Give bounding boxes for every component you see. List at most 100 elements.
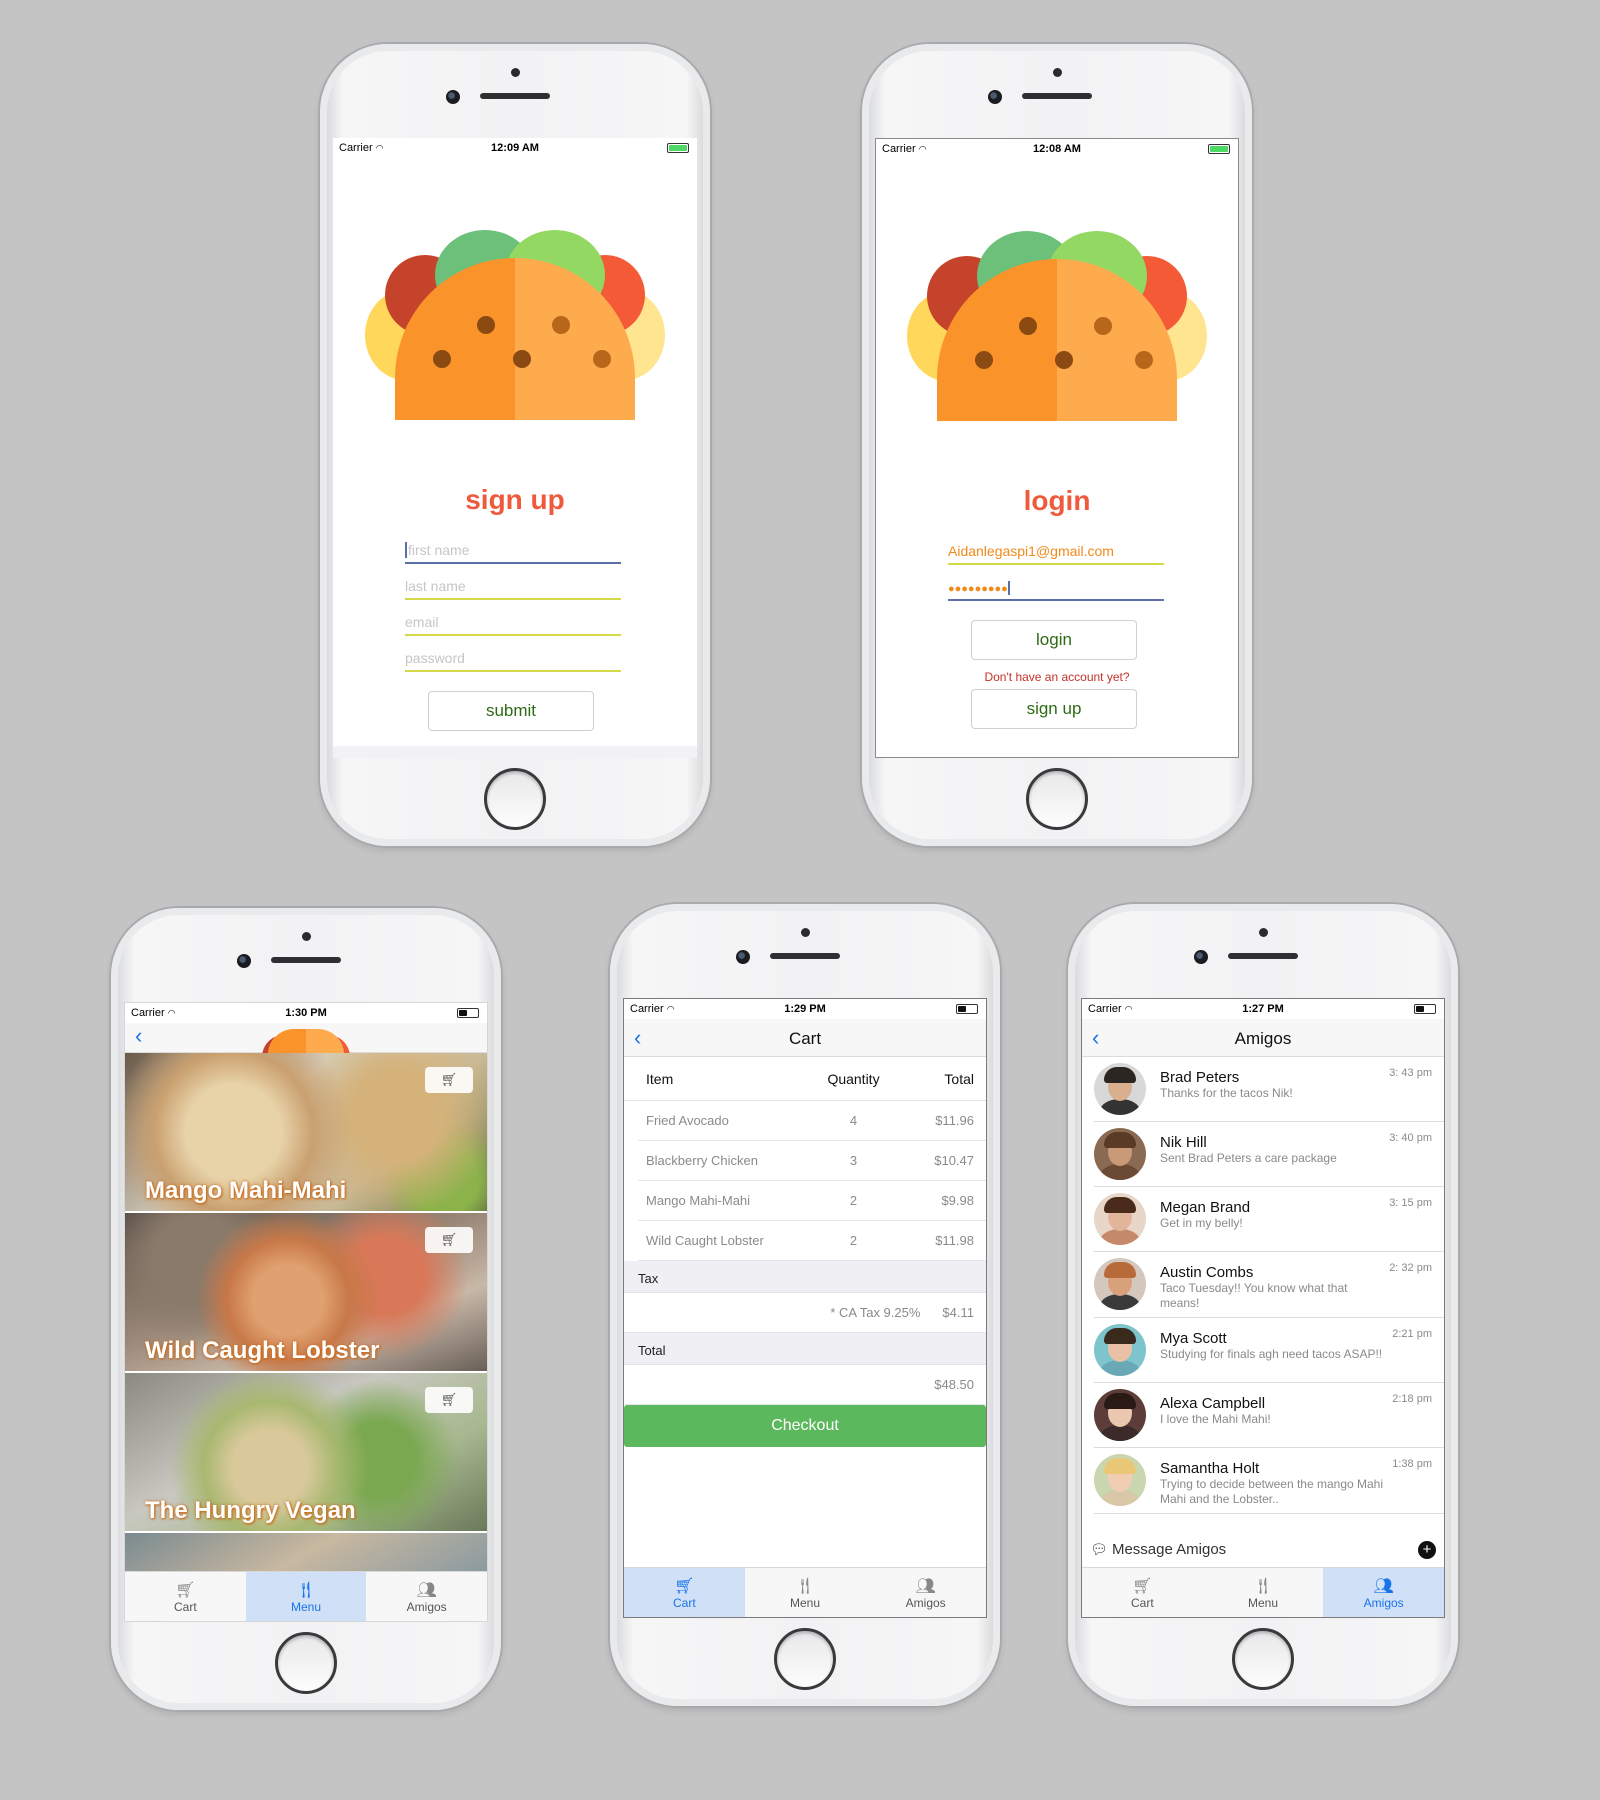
tab-menu[interactable]: 🍴︎ Menu bbox=[245, 1572, 367, 1621]
add-to-cart-button[interactable]: 🛒︎ bbox=[425, 1067, 473, 1093]
battery-icon bbox=[1414, 1004, 1436, 1014]
cart-screen: Carrier ◠ 1:29 PM ‹ Cart Item Quantity T… bbox=[623, 998, 987, 1618]
battery-icon bbox=[1208, 144, 1230, 154]
tab-bar: 🛒︎ Cart 🍴︎ Menu 👥︎ Amigos bbox=[125, 1571, 487, 1621]
sensor-dot bbox=[511, 68, 520, 77]
menu-navbar: ‹ bbox=[125, 1023, 487, 1055]
checkout-button[interactable]: Checkout bbox=[624, 1405, 986, 1447]
home-button[interactable] bbox=[484, 768, 546, 830]
amigo-time: 1:38 pm bbox=[1392, 1458, 1432, 1470]
front-camera bbox=[988, 90, 1002, 104]
menu-item[interactable]: 🛒︎ The Hungry Vegan bbox=[125, 1373, 487, 1531]
list-item[interactable]: Alexa Campbell I love the Mahi Mahi! 2:18 … bbox=[1094, 1383, 1444, 1448]
home-button[interactable] bbox=[1026, 768, 1088, 830]
login-title: login bbox=[1023, 485, 1091, 516]
front-camera bbox=[237, 954, 251, 968]
cart-icon: 🛒︎ bbox=[440, 1392, 458, 1407]
amigo-message: Sent Brad Peters a care package bbox=[1160, 1151, 1337, 1165]
chat-bubbles-icon: 💬︎ bbox=[1090, 1541, 1108, 1557]
amigo-name: Alexa Campbell bbox=[1160, 1395, 1266, 1412]
tab-amigos[interactable]: 👥︎ Amigos bbox=[366, 1572, 487, 1621]
menu-item-name: The Hungry Vegan bbox=[145, 1497, 356, 1524]
email-field[interactable]: Aidanlegaspi1@gmail.com bbox=[948, 535, 1164, 565]
speaker bbox=[480, 93, 550, 99]
status-bar: Carrier ◠ 12:09 AM bbox=[333, 138, 697, 158]
list-item[interactable]: Megan Brand Get in my belly! 3: 15 pm bbox=[1094, 1187, 1444, 1252]
cart-icon: 🛒︎ bbox=[1132, 1578, 1153, 1595]
total-line: $48.50 bbox=[624, 1365, 986, 1405]
home-button[interactable] bbox=[275, 1632, 337, 1694]
cart-icon: 🛒︎ bbox=[440, 1072, 458, 1087]
email-field[interactable]: email bbox=[405, 606, 621, 636]
front-camera bbox=[736, 950, 750, 964]
tab-menu[interactable]: 🍴︎ Menu bbox=[1203, 1568, 1324, 1617]
tab-amigos[interactable]: 👥︎ Amigos bbox=[1323, 1568, 1444, 1617]
amigo-list: Brad Peters Thanks for the tacos Nik! 3: 4… bbox=[1082, 1057, 1444, 1514]
amigo-time: 2: 32 pm bbox=[1389, 1262, 1432, 1274]
table-row[interactable]: Blackberry Chicken 3 $10.47 bbox=[638, 1141, 986, 1181]
amigo-message: Taco Tuesday!! You know what that means! bbox=[1160, 1281, 1348, 1310]
amigo-name: Mya Scott bbox=[1160, 1330, 1227, 1347]
status-bar: Carrier ◠ 1:30 PM bbox=[125, 1003, 487, 1023]
list-item[interactable]: Brad Peters Thanks for the tacos Nik! 3: 4… bbox=[1094, 1057, 1444, 1122]
fork-knife-icon: 🍴︎ bbox=[295, 1582, 317, 1599]
front-camera bbox=[1194, 950, 1208, 964]
tax-section-header: Tax bbox=[624, 1261, 986, 1293]
menu-item-name: Mango Mahi-Mahi bbox=[145, 1177, 347, 1204]
back-chevron-icon[interactable]: ‹ bbox=[135, 1023, 142, 1049]
status-bar: Carrier ◠ 1:27 PM bbox=[1082, 999, 1444, 1019]
avatar bbox=[1094, 1324, 1146, 1376]
fork-knife-icon: 🍴︎ bbox=[1252, 1578, 1274, 1595]
menu-item[interactable]: 🛒︎ Wild Caught Lobster bbox=[125, 1213, 487, 1371]
add-message-icon[interactable]: + bbox=[1418, 1541, 1436, 1559]
cart-icon: 🛒︎ bbox=[674, 1578, 695, 1595]
message-amigos-bar[interactable]: 💬︎ Message Amigos + bbox=[1082, 1535, 1444, 1565]
amigo-time: 2:21 pm bbox=[1392, 1328, 1432, 1340]
add-to-cart-button[interactable]: 🛒︎ bbox=[425, 1227, 473, 1253]
list-item[interactable]: Samantha Holt Trying to decide between th… bbox=[1094, 1448, 1444, 1514]
home-button[interactable] bbox=[1232, 1628, 1294, 1690]
taco-logo bbox=[907, 231, 1207, 421]
table-row[interactable]: Fried Avocado 4 $11.96 bbox=[638, 1101, 986, 1141]
sensor-dot bbox=[801, 928, 810, 937]
sensor-dot bbox=[1053, 68, 1062, 77]
signup-screen: Carrier ◠ 12:09 AM sign up first name la… bbox=[333, 138, 697, 758]
group-icon: 👥︎ bbox=[1373, 1578, 1394, 1595]
battery-icon bbox=[457, 1008, 479, 1018]
tab-menu[interactable]: 🍴︎ Menu bbox=[745, 1568, 866, 1617]
table-row[interactable]: Wild Caught Lobster 2 $11.98 bbox=[638, 1221, 986, 1261]
list-item[interactable]: Nik Hill Sent Brad Peters a care package 3… bbox=[1094, 1122, 1444, 1187]
tab-cart[interactable]: 🛒︎ Cart bbox=[1082, 1568, 1203, 1617]
status-time: 1:27 PM bbox=[1242, 1003, 1284, 1015]
amigo-name: Samantha Holt bbox=[1160, 1460, 1260, 1477]
avatar bbox=[1094, 1258, 1146, 1310]
status-time: 12:08 AM bbox=[1033, 143, 1081, 155]
login-button[interactable]: login bbox=[971, 620, 1137, 660]
avatar bbox=[1094, 1128, 1146, 1180]
menu-item[interactable]: 🛒︎ Mango Mahi-Mahi bbox=[125, 1053, 487, 1211]
tab-cart[interactable]: 🛒︎ Cart bbox=[125, 1572, 246, 1621]
cart-table-header: Item Quantity Total bbox=[624, 1057, 986, 1101]
last-name-field[interactable]: last name bbox=[405, 570, 621, 600]
status-time: 1:29 PM bbox=[784, 1003, 826, 1015]
list-item[interactable]: Mya Scott Studying for finals agh need ta… bbox=[1094, 1318, 1444, 1383]
avatar bbox=[1094, 1454, 1146, 1506]
tab-amigos[interactable]: 👥︎ Amigos bbox=[865, 1568, 986, 1617]
amigos-navbar: ‹ Amigos bbox=[1082, 1019, 1444, 1057]
amigos-screen: Carrier ◠ 1:27 PM ‹ Amigos Brad Peters Th… bbox=[1081, 998, 1445, 1618]
password-field[interactable]: password bbox=[405, 642, 621, 672]
battery-icon bbox=[667, 143, 689, 153]
list-item[interactable]: Austin Combs Taco Tuesday!! You know what… bbox=[1094, 1252, 1444, 1318]
submit-button[interactable]: submit bbox=[428, 691, 594, 731]
status-time: 12:09 AM bbox=[491, 142, 539, 154]
table-row[interactable]: Mango Mahi-Mahi 2 $9.98 bbox=[638, 1181, 986, 1221]
no-account-text: Don't have an account yet? bbox=[984, 670, 1130, 684]
menu-item[interactable] bbox=[125, 1533, 487, 1571]
home-button[interactable] bbox=[774, 1628, 836, 1690]
first-name-field[interactable]: first name bbox=[405, 534, 621, 564]
password-field[interactable]: ●●●●●●●●● bbox=[948, 571, 1164, 601]
signup-button[interactable]: sign up bbox=[971, 689, 1137, 729]
battery-icon bbox=[956, 1004, 978, 1014]
add-to-cart-button[interactable]: 🛒︎ bbox=[425, 1387, 473, 1413]
tab-cart[interactable]: 🛒︎ Cart bbox=[624, 1568, 745, 1617]
